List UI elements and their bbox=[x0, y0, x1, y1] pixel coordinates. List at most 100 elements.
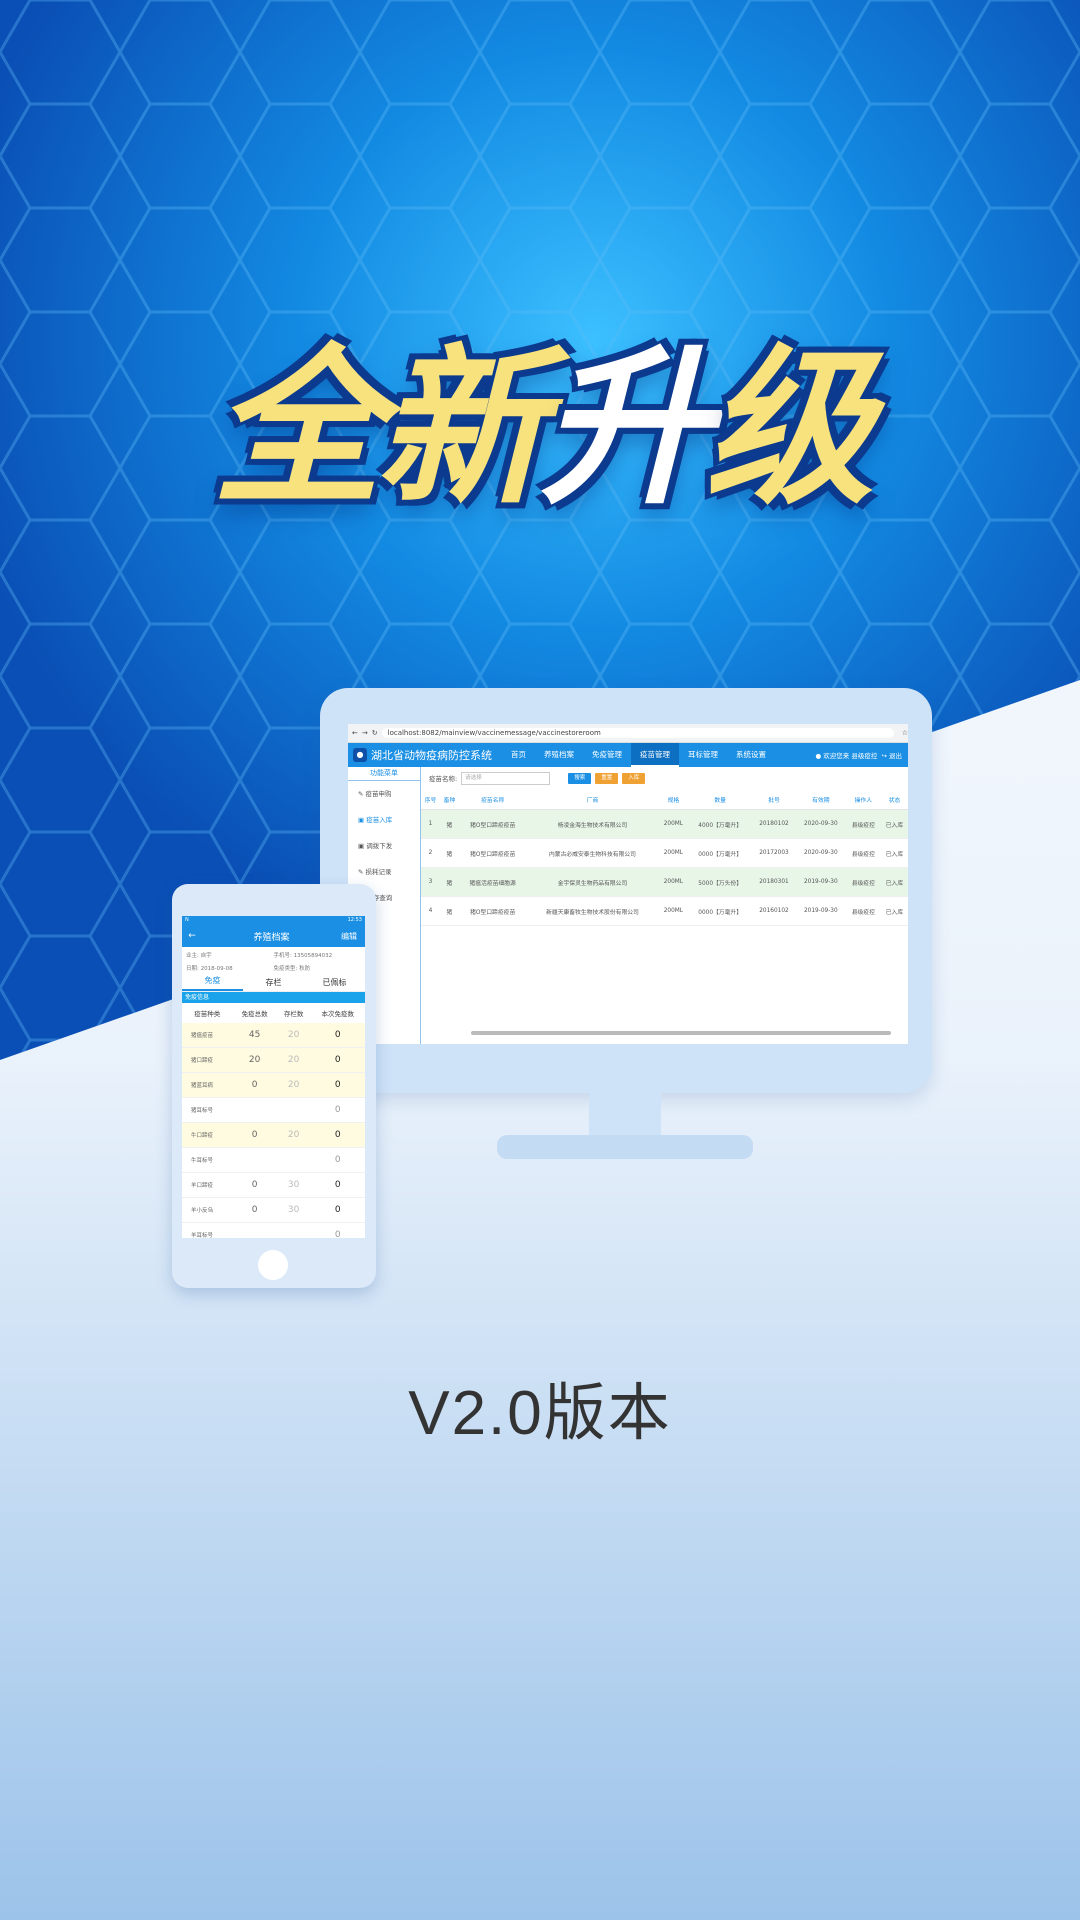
back-icon[interactable]: ← bbox=[352, 729, 358, 737]
nav-vaccine[interactable]: 疫苗管理 bbox=[631, 743, 679, 767]
cell[interactable]: 0 bbox=[310, 1197, 365, 1223]
table-row[interactable]: 羊小反刍 0 30 0 bbox=[182, 1197, 365, 1223]
sidebar-item-purchase[interactable]: ✎ 疫苗申购 bbox=[348, 781, 420, 807]
search-button[interactable]: 搜索 bbox=[568, 772, 592, 784]
horizontal-scrollbar[interactable] bbox=[471, 1031, 891, 1035]
table-row[interactable]: 牛口蹄疫 0 20 0 bbox=[182, 1122, 365, 1148]
cell: 0 bbox=[232, 1122, 277, 1148]
vaccine-select[interactable]: 请选择 bbox=[461, 771, 551, 785]
tab-stock[interactable]: 存栏 bbox=[243, 977, 304, 988]
owner-name: 业主: 自宇 bbox=[186, 953, 212, 959]
reset-button[interactable]: 重置 bbox=[595, 772, 619, 784]
cell[interactable]: 0 bbox=[310, 1222, 365, 1238]
cell: 猪 bbox=[439, 896, 459, 926]
table-row[interactable]: 猪蓝耳病 0 20 0 bbox=[182, 1072, 365, 1098]
logout-icon[interactable]: ↪ bbox=[881, 752, 886, 760]
reload-icon[interactable]: ↻ bbox=[372, 729, 378, 737]
col-quantity: 数量 bbox=[688, 789, 753, 810]
cell: 0000【万毫升】 bbox=[688, 896, 753, 926]
cell: 3 bbox=[421, 867, 440, 897]
sidebar-item-transfer[interactable]: ▣ 调拨下发 bbox=[348, 833, 420, 859]
immunization-type: 免疫类型: 秋防 bbox=[273, 965, 311, 972]
cell[interactable]: 0 bbox=[310, 1147, 365, 1173]
table-row[interactable]: 猪口蹄疫 20 20 0 bbox=[182, 1047, 365, 1073]
cell: 20 bbox=[276, 1023, 311, 1048]
cell: 0 bbox=[232, 1172, 277, 1198]
monitor-neck bbox=[589, 1090, 661, 1136]
status-left: N bbox=[185, 917, 189, 923]
nav-home[interactable]: 首页 bbox=[502, 743, 535, 767]
col-vaccine-name: 疫苗名称 bbox=[458, 789, 527, 810]
table-row[interactable]: 3 猪猪瘟活疫苗细胞源 金宇保灵生物药品有限公司 200ML 5000【万头份】 2018… bbox=[421, 867, 908, 897]
cell: 县级疫控 bbox=[845, 809, 881, 839]
cell: 20 bbox=[276, 1072, 311, 1098]
cell bbox=[232, 1147, 277, 1173]
cell: 县级疫控 bbox=[845, 896, 881, 926]
sidebar-item-label: 疫苗入库 bbox=[366, 816, 393, 824]
nav-breeding-archive[interactable]: 养殖档案 bbox=[535, 743, 583, 767]
cell: 2 bbox=[421, 838, 440, 868]
owner-info: 业主: 自宇 手机号: 13505894032 日期: 2018-09-08 免… bbox=[182, 947, 365, 973]
system-name: 湖北省动物疫病防控系统 bbox=[371, 749, 492, 762]
col-expiry: 有效期 bbox=[795, 789, 846, 810]
table-row[interactable]: 2 猪猪O型口蹄疫疫苗 内蒙古必威安泰生物科技有限公司 200ML 0000【万毫升】 2… bbox=[421, 838, 908, 868]
cell: 猪口蹄疫 bbox=[182, 1047, 233, 1073]
url-field[interactable]: localhost:8082/mainview/vaccinemessage/v… bbox=[381, 728, 894, 738]
headline-part-1: 全新 bbox=[211, 330, 546, 528]
cell[interactable]: 0 bbox=[310, 1023, 365, 1048]
col-current: 本次免疫数 bbox=[321, 1010, 355, 1018]
vaccine-name-label: 疫苗名称: bbox=[429, 775, 458, 783]
cell[interactable]: 0 bbox=[310, 1047, 365, 1073]
cell: 45 bbox=[232, 1023, 277, 1048]
headline-part-2: 升 bbox=[539, 330, 710, 528]
table-row[interactable]: 羊口蹄疫 0 30 0 bbox=[182, 1172, 365, 1198]
cell: 5000【万头份】 bbox=[688, 867, 753, 897]
immunization-table: 疫苗种类 免疫总数 存栏数 本次免疫数 猪瘟疫苗 45 20 0 猪口蹄疫 20 20 0 … bbox=[182, 1003, 365, 1238]
edit-button[interactable]: 编辑 bbox=[341, 931, 365, 942]
cell[interactable]: 0 bbox=[310, 1072, 365, 1098]
table-row[interactable]: 4 猪猪O型口蹄疫疫苗 新疆天康畜牧生物技术股份有限公司 200ML 0000【万毫升】… bbox=[421, 896, 908, 926]
cell[interactable]: 0 bbox=[310, 1122, 365, 1148]
star-icon[interactable]: ☆ bbox=[902, 729, 908, 737]
table-row[interactable]: 猪瘟疫苗 45 20 0 bbox=[182, 1023, 365, 1048]
cell: 羊口蹄疫 bbox=[182, 1172, 233, 1198]
cell: 4 bbox=[421, 896, 440, 926]
cell: 200ML bbox=[658, 896, 689, 926]
col-operator: 操作人 bbox=[845, 789, 881, 810]
nav-immunization[interactable]: 免疫管理 bbox=[583, 743, 631, 767]
sidebar-item-storage[interactable]: ▣ 疫苗入库 bbox=[348, 807, 420, 833]
cell: 0 bbox=[232, 1072, 277, 1098]
cell: 0000【万毫升】 bbox=[688, 838, 753, 868]
table-row[interactable]: 牛耳标号 0 bbox=[182, 1147, 365, 1173]
col-vaccine-type: 疫苗种类 bbox=[194, 1010, 221, 1018]
table-row[interactable]: 猪耳标号 0 bbox=[182, 1097, 365, 1123]
cell[interactable]: 0 bbox=[310, 1097, 365, 1123]
tab-tagged[interactable]: 已佩标 bbox=[304, 977, 365, 988]
cell[interactable]: 0 bbox=[310, 1172, 365, 1198]
back-arrow-icon[interactable]: ← bbox=[182, 931, 202, 941]
table-row[interactable]: 羊耳标号 0 bbox=[182, 1222, 365, 1238]
cell: 猪O型口蹄疫疫苗 bbox=[458, 838, 527, 868]
table-row[interactable]: 1 猪猪O型口蹄疫疫苗 杨凌金海生物技术有限公司 200ML 4000【万毫升】 2018… bbox=[421, 809, 908, 839]
cell: 牛口蹄疫 bbox=[182, 1122, 233, 1148]
home-button[interactable] bbox=[258, 1250, 288, 1280]
logout-link[interactable]: 退出 bbox=[889, 752, 902, 760]
stock-in-button[interactable]: 入库 bbox=[622, 772, 646, 784]
sidebar-item-label: 调拨下发 bbox=[366, 842, 393, 850]
tab-immunization[interactable]: 免疫 bbox=[182, 973, 243, 991]
record-date: 日期: 2018-09-08 bbox=[186, 965, 233, 972]
cell: 县级疫控 bbox=[845, 838, 881, 868]
nav-ear-tag[interactable]: 耳标管理 bbox=[679, 743, 727, 767]
cell bbox=[232, 1222, 277, 1238]
cell: 200ML bbox=[658, 867, 689, 897]
headline-part-3: 级 bbox=[704, 330, 874, 528]
forward-icon[interactable]: → bbox=[362, 729, 368, 737]
app-header: ● 湖北省动物疫病防控系统 首页 养殖档案 免疫管理 疫苗管理 耳标管理 系统设… bbox=[348, 743, 908, 767]
cell: 羊耳标号 bbox=[182, 1222, 233, 1238]
cell: 猪 bbox=[439, 838, 459, 868]
cell bbox=[276, 1097, 311, 1123]
nav-settings[interactable]: 系统设置 bbox=[727, 743, 775, 767]
user-name: 欢迎您来 县级疫控 bbox=[823, 752, 878, 760]
cell: 猪耳标号 bbox=[182, 1097, 233, 1123]
sidebar-item-loss[interactable]: ✎ 损耗记录 bbox=[348, 859, 420, 885]
